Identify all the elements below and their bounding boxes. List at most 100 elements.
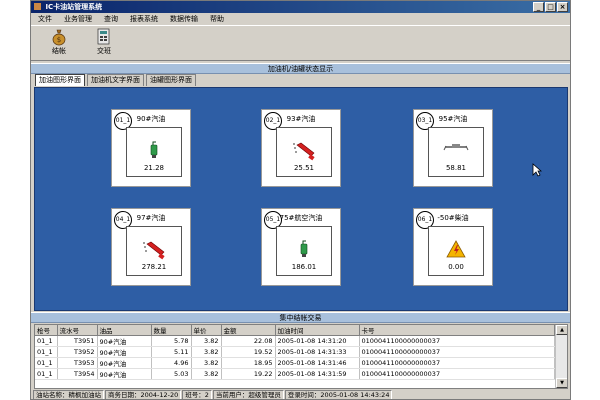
cell-nozzle: 01_1 [35, 346, 58, 358]
cell-nozzle: 01_1 [35, 357, 58, 369]
pump-status-box: 0.00 [428, 226, 484, 276]
cell-serial: T3953 [57, 357, 98, 369]
checkout-label: 结帐 [52, 47, 66, 55]
pump-status-box: 25.51 [276, 127, 332, 177]
status-shift: 班号：2 [182, 390, 212, 399]
menu-reports[interactable]: 报表系统 [127, 13, 167, 25]
menu-business[interactable]: 业务管理 [61, 13, 101, 25]
app-icon [34, 3, 41, 10]
table-header-row: 枪号 流水号 油品 数量 单价 金额 加油时间 卡号 [35, 325, 555, 336]
column-header[interactable]: 卡号 [359, 325, 555, 336]
cell-quantity: 4.96 [151, 357, 192, 369]
cell-card-number: 0100041100000000037 [359, 346, 555, 358]
toolbar: $ 结帐 交班 [31, 25, 570, 61]
cell-nozzle: 01_1 [35, 335, 58, 347]
pump-card[interactable]: -50#柴油 06_1 0.00 [413, 208, 493, 286]
pump-status-box: 21.28 [126, 127, 182, 177]
menu-bar: 文件 业务管理 查询 报表系统 数据传输 帮助 [31, 13, 570, 25]
tab-pump-graphic[interactable]: 加油图形界面 [35, 74, 85, 86]
column-header[interactable]: 单价 [191, 325, 222, 336]
window-title: IC卡油站管理系统 [45, 3, 103, 11]
cell-time: 2005-01-08 14:31:46 [275, 357, 360, 369]
handover-label: 交班 [97, 47, 111, 55]
cell-nozzle: 01_1 [35, 368, 58, 380]
scroll-down-arrow[interactable]: ▼ [556, 378, 567, 388]
cell-amount: 19.22 [221, 368, 276, 380]
title-bar[interactable]: IC卡油站管理系统 _ □ × [31, 1, 570, 13]
green-nozzle-icon [150, 141, 158, 158]
cell-unit-price: 3.82 [191, 335, 222, 347]
tab-pump-text[interactable]: 加油机文字界面 [87, 74, 144, 86]
pump-amount: 25.51 [293, 164, 315, 172]
cell-time: 2005-01-08 14:31:59 [275, 368, 360, 380]
warning-icon [446, 240, 466, 258]
cell-unit-price: 3.82 [191, 357, 222, 369]
cell-card-number: 0100041100000000037 [359, 335, 555, 347]
column-header[interactable]: 油品 [97, 325, 152, 336]
column-header[interactable]: 枪号 [35, 325, 58, 336]
cell-product: 90#汽油 [97, 357, 152, 369]
status-bar: 油站名称：精枫加油站 商务日期：2004-12-20 班号：2 当前用户：超级管… [31, 390, 570, 399]
pump-display-area: 90#汽油 01_1 21.28 93#汽油 02_1 25.51 95#汽油 … [34, 87, 568, 311]
cell-product: 90#汽油 [97, 368, 152, 380]
cell-amount: 22.08 [221, 335, 276, 347]
view-tabs: 加油图形界面 加油机文字界面 油罐图形界面 [35, 74, 196, 86]
cell-time: 2005-01-08 14:31:33 [275, 346, 360, 358]
column-header[interactable]: 数量 [151, 325, 192, 336]
table-row[interactable]: 01_1 T3952 90#汽油 5.11 3.82 19.52 2005-01… [35, 346, 555, 358]
cell-quantity: 5.11 [151, 346, 192, 358]
table-row[interactable]: 01_1 T3953 90#汽油 4.96 3.82 18.95 2005-01… [35, 357, 555, 369]
cell-serial: T3951 [57, 335, 98, 347]
green-nozzle-icon [300, 240, 308, 257]
checkout-button[interactable]: $ 结帐 [41, 28, 77, 60]
pump-card[interactable]: 95#汽油 03_1 58.81 [413, 109, 493, 187]
cell-card-number: 0100041100000000037 [359, 357, 555, 369]
status-station: 油站名称：精枫加油站 [33, 390, 104, 399]
tab-tank-graphic[interactable]: 油罐图形界面 [146, 74, 196, 86]
handover-icon [97, 28, 110, 45]
pump-card[interactable]: 97#汽油 04_1 278.21 [111, 208, 191, 286]
cell-serial: T3952 [57, 346, 98, 358]
transactions-header: 集中结帐交易 [31, 312, 570, 323]
status-panel-header: 加油机/油罐状态显示 [31, 63, 570, 74]
pump-status-box: 278.21 [126, 226, 182, 276]
scroll-up-arrow[interactable]: ▲ [556, 325, 567, 335]
cell-amount: 18.95 [221, 357, 276, 369]
menu-data-transfer[interactable]: 数据传输 [167, 13, 207, 25]
menu-file[interactable]: 文件 [35, 13, 61, 25]
column-header[interactable]: 流水号 [57, 325, 98, 336]
cell-time: 2005-01-08 14:31:20 [275, 335, 360, 347]
close-button[interactable]: × [557, 2, 568, 12]
status-login-time: 登录时间：2005-01-08 14:43:24 [284, 390, 393, 399]
red-nozzle-fueling-icon [143, 241, 165, 260]
mouse-cursor-icon [532, 163, 542, 177]
red-nozzle-fueling-icon [293, 142, 315, 161]
idle-nozzle-icon [443, 144, 469, 151]
menu-query[interactable]: 查询 [101, 13, 127, 25]
cell-card-number: 0100041100000000037 [359, 368, 555, 380]
cell-serial: T3954 [57, 368, 98, 380]
table-row[interactable]: 01_1 T3954 90#汽油 5.03 3.82 19.22 2005-01… [35, 368, 555, 380]
cell-unit-price: 3.82 [191, 368, 222, 380]
status-user: 当前用户：超级管理员 [212, 390, 284, 399]
status-business-date: 商务日期：2004-12-20 [105, 390, 182, 399]
pump-card[interactable]: 93#汽油 02_1 25.51 [261, 109, 341, 187]
minimize-button[interactable]: _ [533, 2, 544, 12]
pump-card[interactable]: 90#汽油 01_1 21.28 [111, 109, 191, 187]
pump-amount: 186.01 [291, 263, 317, 271]
menu-help[interactable]: 帮助 [207, 13, 233, 25]
cell-amount: 19.52 [221, 346, 276, 358]
maximize-button[interactable]: □ [545, 2, 556, 12]
pump-amount: 278.21 [141, 263, 167, 271]
pump-status-box: 58.81 [428, 127, 484, 177]
cell-quantity: 5.78 [151, 335, 192, 347]
table-scrollbar[interactable]: ▲ ▼ [555, 325, 567, 388]
handover-button[interactable]: 交班 [86, 28, 122, 60]
column-header[interactable]: 金额 [221, 325, 276, 336]
pump-amount: 21.28 [143, 164, 165, 172]
main-window: IC卡油站管理系统 _ □ × 文件 业务管理 查询 报表系统 数据传输 帮助 … [30, 0, 571, 400]
table-row[interactable]: 01_1 T3951 90#汽油 5.78 3.82 22.08 2005-01… [35, 335, 555, 347]
pump-card[interactable]: 75#航空汽油 05_1 186.01 [261, 208, 341, 286]
transactions-table[interactable]: 枪号 流水号 油品 数量 单价 金额 加油时间 卡号 01_1 T3951 90… [34, 324, 568, 389]
column-header[interactable]: 加油时间 [275, 325, 360, 336]
